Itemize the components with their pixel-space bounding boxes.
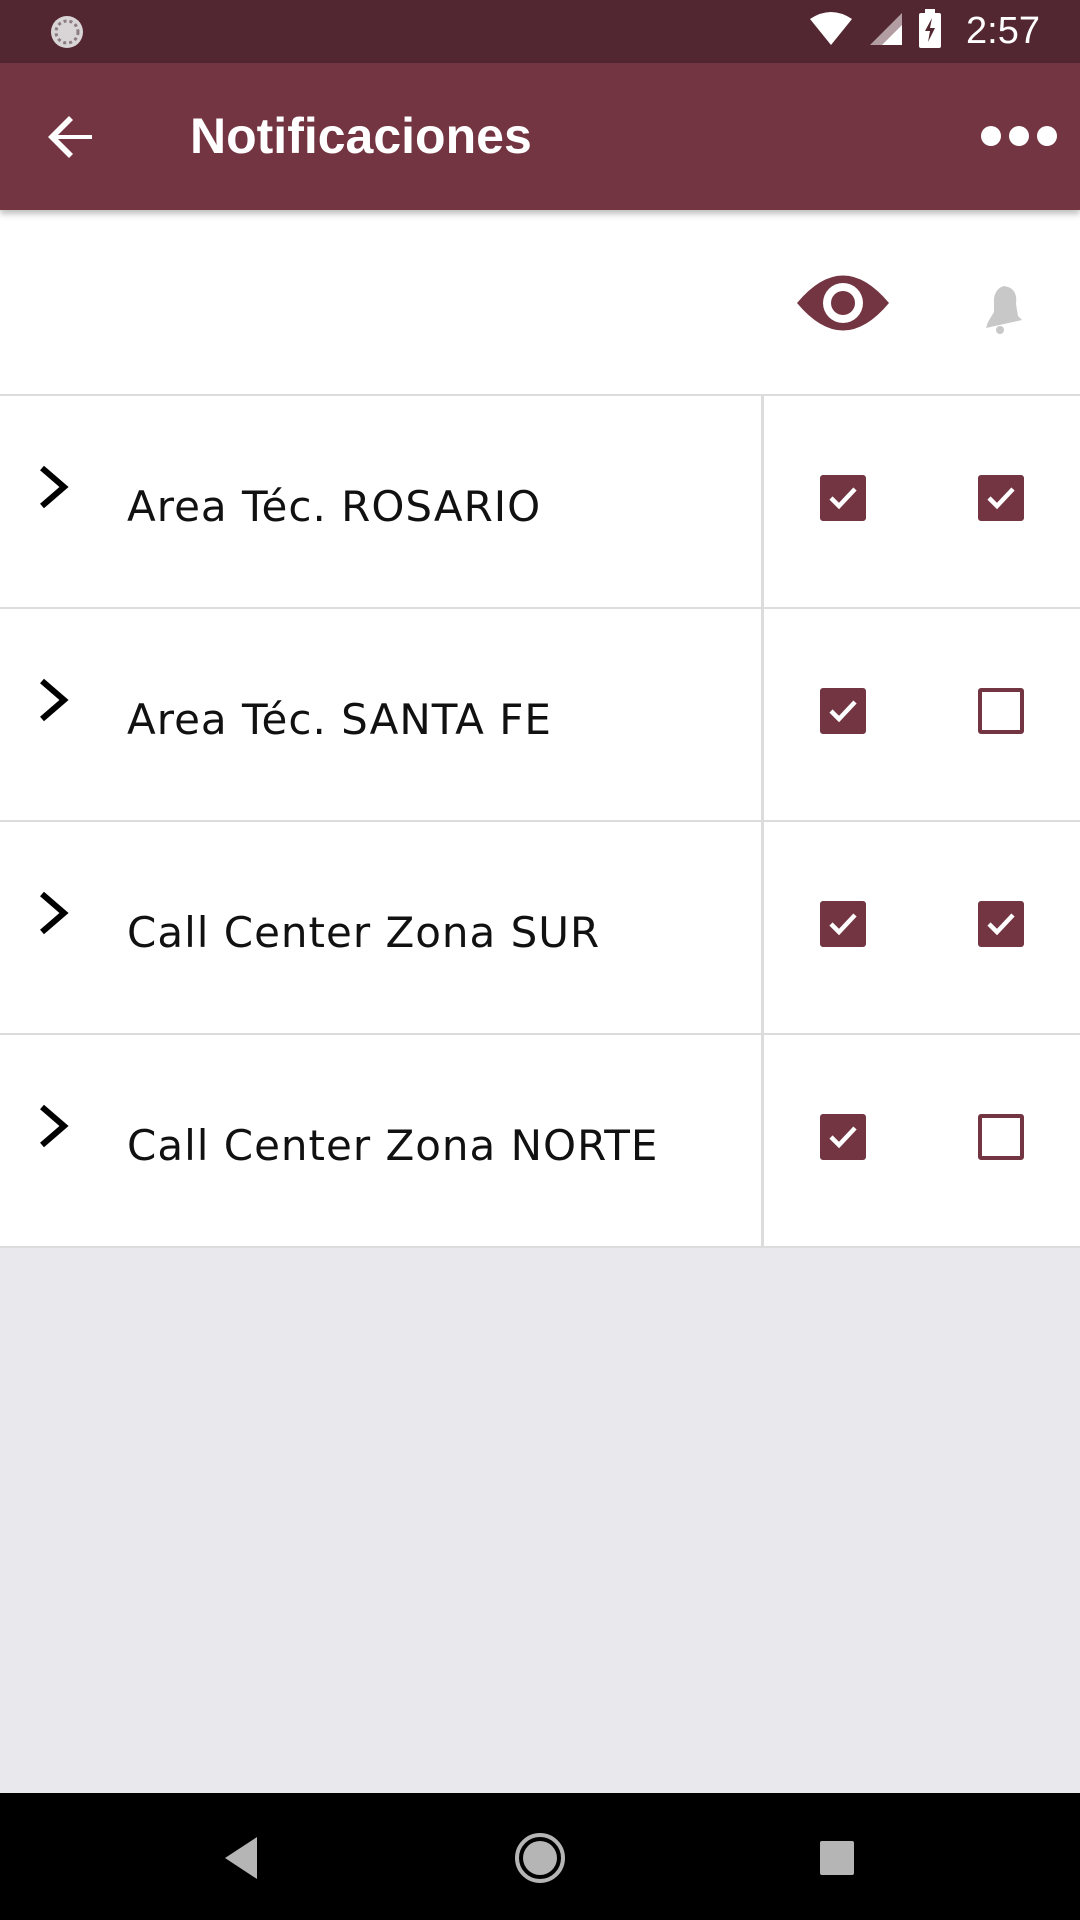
nav-back-button[interactable] [205, 1823, 275, 1893]
column-divider [761, 1035, 764, 1248]
app-bar: Notificaciones [0, 63, 1080, 210]
list-item-label: Area Téc. SANTA FE [127, 695, 552, 744]
nav-home-icon [515, 1833, 565, 1883]
view-checkbox[interactable] [820, 688, 866, 734]
list-item[interactable]: Call Center Zona NORTE [0, 1035, 1080, 1248]
arrow-back-icon [48, 116, 92, 158]
nav-recent-button[interactable] [802, 1823, 872, 1893]
status-icons: 2:57 [808, 0, 1040, 63]
column-divider [761, 396, 764, 609]
battery-charging-icon [918, 9, 942, 54]
view-checkbox[interactable] [820, 475, 866, 521]
loading-icon [48, 13, 86, 51]
chevron-right-icon[interactable] [34, 1101, 74, 1151]
list-item-label: Call Center Zona NORTE [127, 1121, 659, 1170]
notify-checkbox[interactable] [978, 1114, 1024, 1160]
list-item-label: Area Téc. ROSARIO [127, 482, 542, 531]
nav-home-button[interactable] [505, 1823, 575, 1893]
notify-checkbox[interactable] [978, 475, 1024, 521]
chevron-right-icon[interactable] [34, 675, 74, 725]
nav-recent-icon [820, 1841, 854, 1875]
list-item[interactable]: Area Téc. ROSARIO [0, 396, 1080, 609]
notifications-list: Area Téc. ROSARIO Area Téc. SANTA FE Call … [0, 210, 1080, 1248]
signal-icon [868, 11, 904, 52]
wifi-icon [808, 11, 854, 52]
list-item[interactable]: Call Center Zona SUR [0, 822, 1080, 1035]
nav-back-icon [225, 1837, 257, 1879]
status-time: 2:57 [966, 10, 1040, 52]
navigation-bar [0, 1793, 1080, 1920]
chevron-right-icon[interactable] [34, 888, 74, 938]
list-item[interactable]: Area Téc. SANTA FE [0, 609, 1080, 822]
column-header [0, 210, 1080, 396]
view-checkbox[interactable] [820, 1114, 866, 1160]
status-bar: 2:57 [0, 0, 1080, 63]
more-horiz-icon [981, 126, 1057, 146]
column-divider [761, 822, 764, 1035]
eye-icon [795, 268, 891, 338]
chevron-right-icon[interactable] [34, 462, 74, 512]
more-options-button[interactable] [980, 113, 1060, 159]
notify-checkbox[interactable] [978, 901, 1024, 947]
column-divider [761, 609, 764, 822]
notify-checkbox[interactable] [978, 688, 1024, 734]
bell-icon [972, 282, 1024, 334]
page-title: Notificaciones [190, 108, 532, 164]
back-button[interactable] [40, 105, 104, 169]
view-checkbox[interactable] [820, 901, 866, 947]
list-item-label: Call Center Zona SUR [127, 908, 601, 957]
